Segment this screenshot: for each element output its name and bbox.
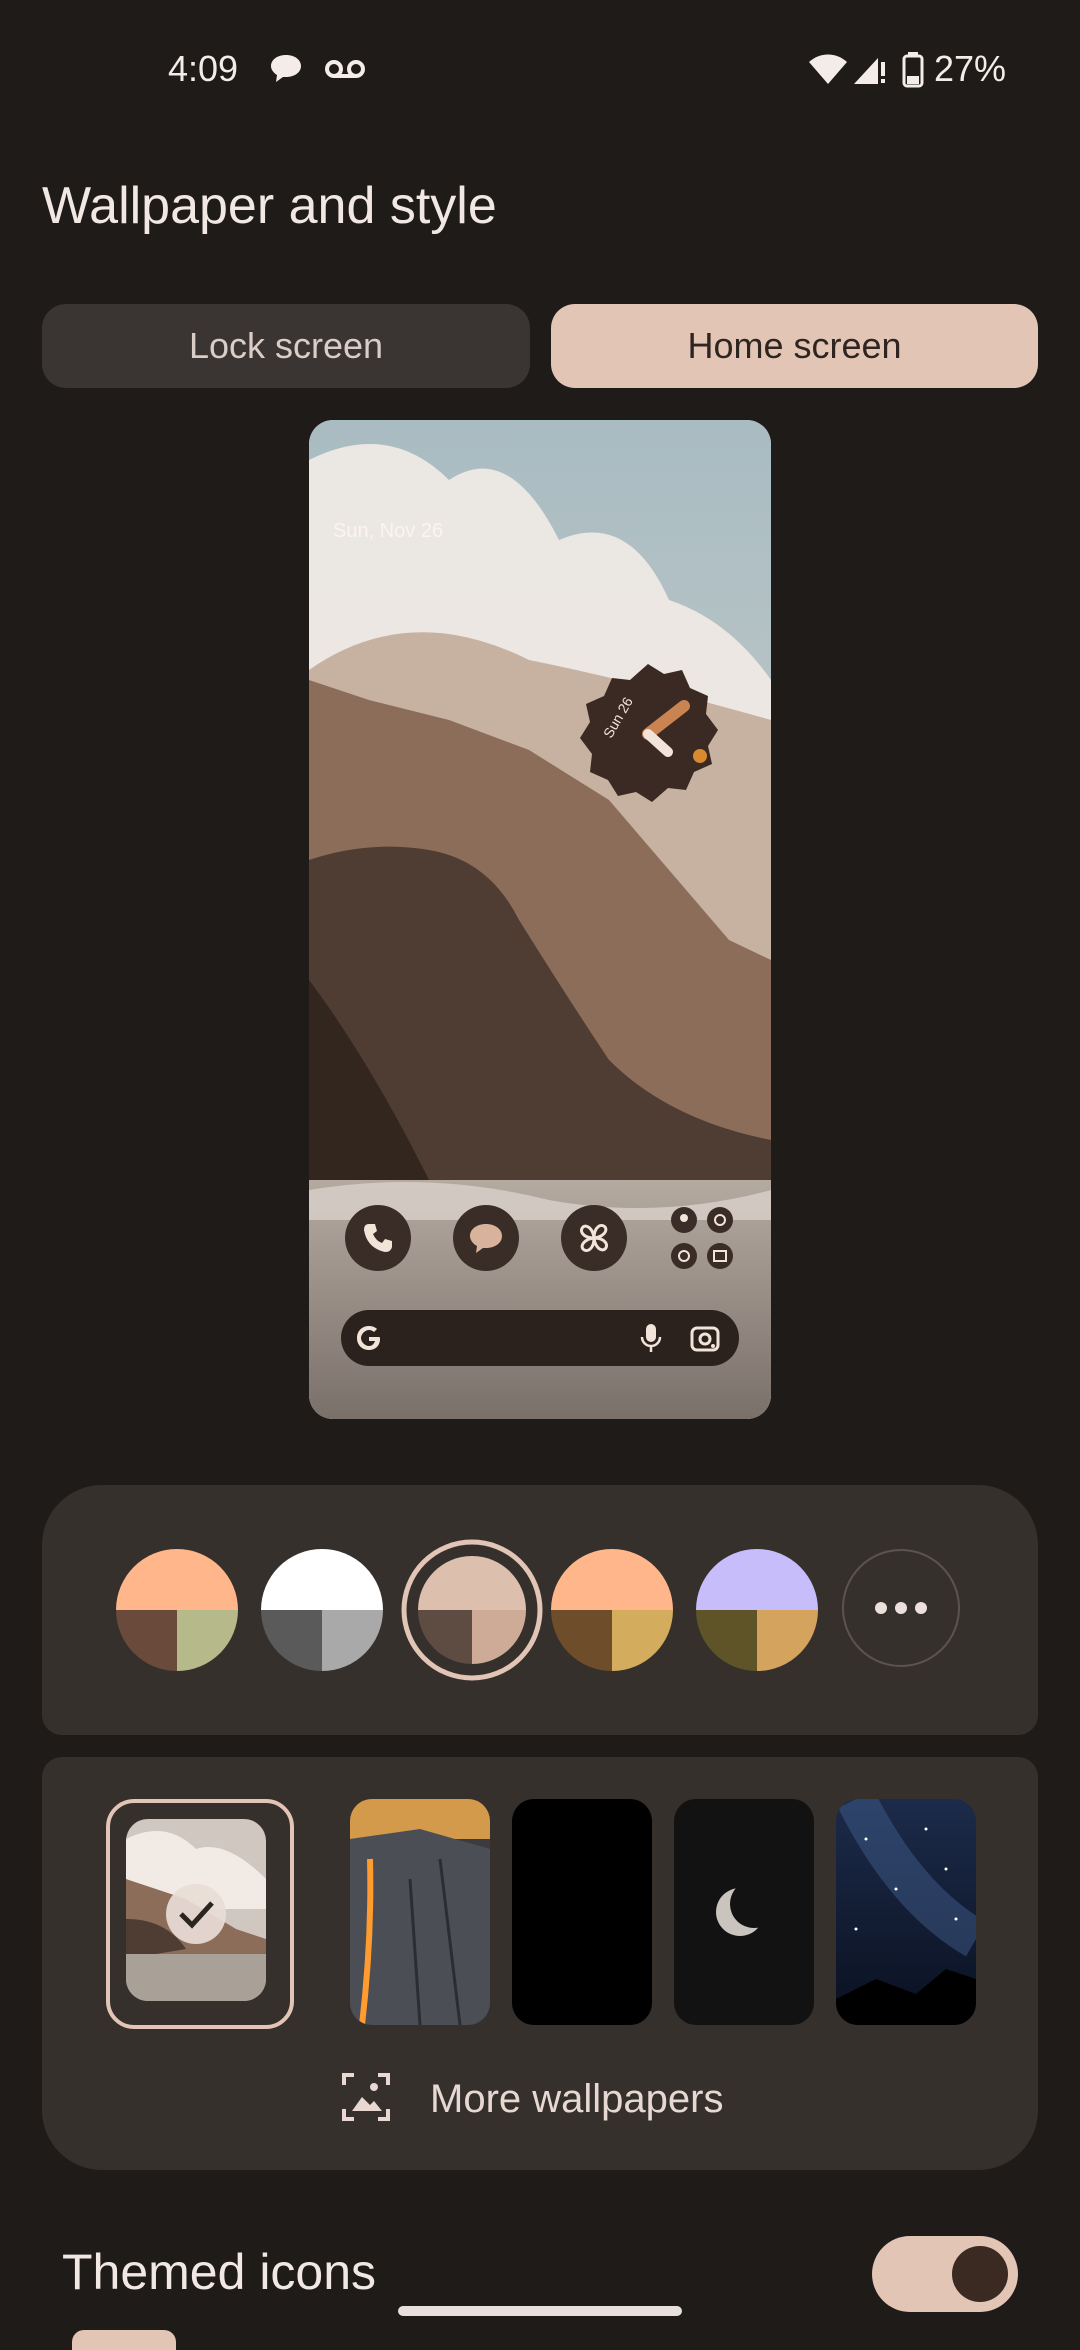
page-title: Wallpaper and style [42, 177, 497, 235]
swatch-top [116, 1549, 238, 1610]
color-option-4[interactable] [551, 1549, 673, 1671]
color-option-3-selected[interactable] [401, 1539, 543, 1681]
more-colors-button[interactable] [842, 1549, 960, 1667]
wifi-icon [809, 54, 847, 84]
color-option-5[interactable] [696, 1549, 818, 1671]
tab-lock-screen[interactable]: Lock screen [42, 304, 530, 388]
color-option-2[interactable] [261, 1549, 383, 1671]
themed-icons-toggle[interactable] [872, 2236, 1018, 2312]
wallpaper-gallery-icon [342, 2073, 390, 2121]
swatch-bl [696, 1610, 757, 1671]
signal-icon [854, 58, 885, 84]
swatch-bl [116, 1610, 177, 1671]
swatch-br [472, 1610, 526, 1664]
swatch-br [612, 1610, 673, 1671]
wallpaper-firefall[interactable] [350, 1799, 490, 2025]
color-option-1[interactable] [116, 1549, 238, 1671]
clock-widget: Sun 26 [580, 664, 718, 802]
mic-icon [640, 1324, 662, 1352]
messages-icon [271, 55, 301, 82]
status-time: 4:09 [168, 48, 239, 89]
preview-date: Sun, Nov 26 [333, 520, 444, 542]
more-wallpapers-button[interactable]: More wallpapers [42, 2057, 1038, 2137]
preview-search-bar [341, 1310, 739, 1366]
wallpaper-starry-sky[interactable] [836, 1799, 976, 2025]
dock-phone-icon [345, 1205, 411, 1271]
google-g-icon [357, 1326, 380, 1350]
voicemail-icon [325, 60, 365, 78]
swatch-bl [418, 1610, 472, 1664]
battery-percentage: 27% [934, 48, 1007, 89]
wallpaper-black[interactable] [512, 1799, 652, 2025]
lens-icon [690, 1326, 720, 1352]
swatch-bl [551, 1610, 612, 1671]
partially-visible-item [72, 2330, 176, 2350]
color-palette-card [42, 1485, 1038, 1735]
dock-pinwheel-icon [561, 1205, 627, 1271]
swatch-top [418, 1556, 526, 1610]
swatch-top [261, 1549, 383, 1610]
swatch-br [757, 1610, 818, 1671]
swatch-top [551, 1549, 673, 1610]
more-horizontal-icon [875, 1602, 927, 1614]
wallpaper-moon[interactable] [674, 1799, 814, 2025]
swatch-bl [261, 1610, 322, 1671]
dock-apps-folder-icon [669, 1205, 735, 1271]
swatch-br [177, 1610, 238, 1671]
tab-home-screen[interactable]: Home screen [551, 304, 1038, 388]
themed-icons-label: Themed icons [62, 2244, 377, 2300]
wallpaper-picker-card: More wallpapers [42, 1757, 1038, 2170]
swatch-top [696, 1549, 818, 1610]
dock-messages-icon [453, 1205, 519, 1271]
home-screen-preview[interactable]: Sun, Nov 26 Sun 26 [309, 420, 771, 1419]
swatch-br [322, 1610, 383, 1671]
gesture-nav-handle[interactable] [398, 2306, 682, 2316]
battery-icon [902, 52, 924, 88]
wallpaper-coastal-cliffs[interactable] [126, 1819, 266, 2001]
toggle-knob [952, 2246, 1008, 2302]
more-wallpapers-label: More wallpapers [430, 2077, 724, 2121]
